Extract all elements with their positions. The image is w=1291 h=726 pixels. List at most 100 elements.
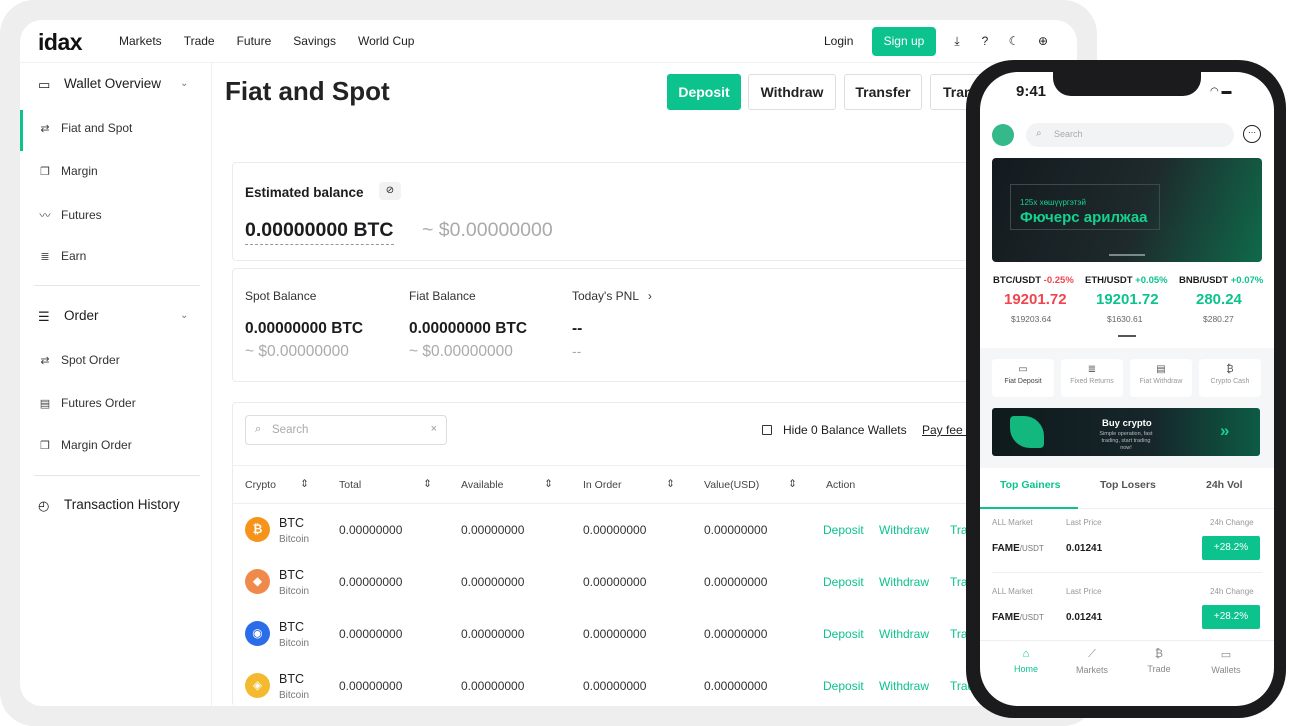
market-row-symbol[interactable]: FAME/USDT — [992, 543, 1044, 554]
col-crypto[interactable]: Crypto — [245, 479, 276, 491]
sort-icon[interactable]: ⇕ — [423, 478, 432, 490]
signup-button[interactable]: Sign up — [872, 27, 936, 56]
sort-icon[interactable]: ⇕ — [300, 478, 309, 490]
market-row-price: 0.01241 — [1066, 543, 1103, 554]
banner-title: Фючерс арилжаа — [1020, 209, 1148, 226]
ticker-bnb[interactable]: BNB/USDT +0.07% — [1179, 275, 1263, 286]
nav-future[interactable]: Future — [237, 34, 272, 48]
transfer-button[interactable]: Transfer — [844, 74, 922, 110]
buy-crypto-subtitle: Simple operation, fast trading, start tr… — [1099, 431, 1153, 451]
phone-search-input[interactable]: ⌕ Search — [1026, 123, 1234, 147]
search-icon: ⌕ — [255, 423, 262, 435]
ticker-eth[interactable]: ETH/USDT +0.05% — [1085, 275, 1168, 286]
bottom-nav-markets[interactable]: ⟋ Markets — [1062, 648, 1122, 675]
row-deposit-link[interactable]: Deposit — [823, 575, 864, 589]
bottom-nav-home[interactable]: ⌂ Home — [996, 648, 1056, 674]
spot-balance-btc: 0.00000000 BTC — [245, 320, 364, 337]
sidebar-item-futures[interactable]: 〰 Futures — [38, 207, 102, 223]
buy-crypto-banner[interactable]: Buy crypto Simple operation, fast tradin… — [992, 408, 1260, 456]
row-withdraw-link[interactable]: Withdraw — [879, 575, 929, 589]
nav-savings[interactable]: Savings — [293, 34, 336, 48]
nav-markets[interactable]: Markets — [119, 34, 162, 48]
earn-icon: ≣ — [40, 250, 50, 263]
avatar[interactable] — [992, 124, 1014, 146]
sidebar-item-futures-order[interactable]: ▤ Futures Order — [38, 396, 136, 410]
sidebar-item-earn[interactable]: ≣ Earn — [38, 249, 86, 263]
market-row-change[interactable]: +28.2% — [1202, 536, 1260, 560]
tab-top-losers[interactable]: Top Losers — [1100, 479, 1156, 491]
asset-search-input[interactable]: ⌕ Search × — [245, 415, 447, 445]
promo-banner[interactable]: 125x хөшүүргэтэй Фючерс арилжаа — [992, 158, 1262, 262]
todays-pnl-link[interactable]: Today's PNL › — [572, 289, 652, 303]
sidebar-item-fiat-spot[interactable]: ⇄ Fiat and Spot — [38, 121, 132, 135]
col-total[interactable]: Total — [339, 479, 361, 491]
ticker-dots — [1118, 335, 1136, 337]
futures-icon: 〰 — [39, 210, 51, 222]
row-withdraw-link[interactable]: Withdraw — [879, 523, 929, 537]
history-icon: ◴ — [38, 497, 50, 513]
home-icon: ⌂ — [1022, 648, 1030, 660]
tab-top-gainers[interactable]: Top Gainers — [1000, 479, 1060, 491]
clear-icon[interactable]: × — [431, 423, 437, 435]
search-placeholder: Search — [272, 424, 309, 436]
spot-balance-label: Spot Balance — [245, 289, 317, 303]
sidebar-item-margin-order[interactable]: ❐ Margin Order — [38, 438, 132, 452]
quick-fiat-deposit[interactable]: ▭ Fiat Deposit — [992, 359, 1054, 397]
tab-24h-vol[interactable]: 24h Vol — [1206, 479, 1243, 491]
sidebar-item-margin[interactable]: ❐ Margin — [38, 164, 98, 178]
phone-screen: 9:41 ◠ ▬ ⌕ Search ⋯ 125x хөшүүргэтэй Фюч… — [980, 72, 1274, 706]
quick-fixed-returns[interactable]: ≣ Fixed Returns — [1061, 359, 1123, 397]
row-deposit-link[interactable]: Deposit — [823, 627, 864, 641]
col-all-market: ALL Market — [992, 518, 1033, 527]
col-in-order[interactable]: In Order — [583, 479, 622, 491]
nav-trade[interactable]: Trade — [184, 34, 215, 48]
idax-logo[interactable]: idax — [38, 29, 83, 56]
list-icon: ▤ — [39, 397, 51, 410]
login-link[interactable]: Login — [824, 34, 853, 48]
todays-pnl-sub: -- — [572, 343, 582, 359]
status-icons: ◠ ▬ — [1210, 86, 1232, 97]
sort-icon[interactable]: ⇕ — [544, 478, 553, 490]
order-header[interactable]: ☰ Order ⌄ — [38, 308, 188, 324]
wallet-overview-header[interactable]: ▭ Wallet Overview ⌄ — [38, 76, 188, 92]
divider — [34, 285, 200, 286]
sort-icon[interactable]: ⇕ — [788, 478, 797, 490]
market-row-symbol[interactable]: FAME/USDT — [992, 612, 1044, 623]
row-deposit-link[interactable]: Deposit — [823, 679, 864, 693]
col-available[interactable]: Available — [461, 479, 503, 491]
market-row-change[interactable]: +28.2% — [1202, 605, 1260, 629]
wallet-icon: ▭ — [38, 76, 51, 92]
globe-icon[interactable]: ⊕ — [1036, 34, 1050, 48]
chat-icon[interactable]: ⋯ — [1243, 125, 1261, 143]
row-symbol: BTC — [279, 672, 304, 686]
hide-zero-checkbox[interactable] — [762, 425, 772, 435]
sidebar: ▭ Wallet Overview ⌄ ⇄ Fiat and Spot ❐ Ma… — [20, 63, 212, 706]
sidebar-item-label: Margin Order — [61, 438, 132, 452]
deposit-button[interactable]: Deposit — [667, 74, 741, 110]
bottom-nav-wallets[interactable]: ▭ Wallets — [1196, 648, 1256, 675]
help-icon[interactable]: ? — [978, 34, 992, 48]
download-icon[interactable]: ⤓ — [950, 34, 964, 48]
eye-off-icon[interactable]: ⊘ — [379, 182, 401, 200]
col-value-usd[interactable]: Value(USD) — [704, 479, 759, 491]
sidebar-item-spot-order[interactable]: ⇄ Spot Order — [38, 353, 119, 367]
row-deposit-link[interactable]: Deposit — [823, 523, 864, 537]
quick-fiat-withdraw[interactable]: ▤ Fiat Withdraw — [1130, 359, 1192, 397]
bottom-nav-trade[interactable]: ₿ Trade — [1129, 648, 1189, 674]
ticker-btc[interactable]: BTC/USDT -0.25% — [993, 275, 1074, 286]
mascot-illustration — [1010, 416, 1044, 448]
coins-icon: ≣ — [1087, 364, 1097, 375]
nav-world-cup[interactable]: World Cup — [358, 34, 414, 48]
row-withdraw-link[interactable]: Withdraw — [879, 679, 929, 693]
row-withdraw-link[interactable]: Withdraw — [879, 627, 929, 641]
moon-icon[interactable]: ☾ — [1007, 34, 1021, 48]
ticker-eth-price: 19201.72 — [1096, 291, 1159, 308]
sort-icon[interactable]: ⇕ — [666, 478, 675, 490]
margin-icon: ❐ — [40, 165, 50, 178]
hide-zero-label: Hide 0 Balance Wallets — [783, 423, 907, 437]
phone-notch — [1053, 72, 1201, 96]
transaction-history-link[interactable]: ◴ Transaction History — [38, 497, 180, 513]
quick-crypto-cash[interactable]: ₿ Crypto Cash — [1199, 359, 1261, 397]
fiat-balance-label: Fiat Balance — [409, 289, 476, 303]
withdraw-button[interactable]: Withdraw — [748, 74, 836, 110]
